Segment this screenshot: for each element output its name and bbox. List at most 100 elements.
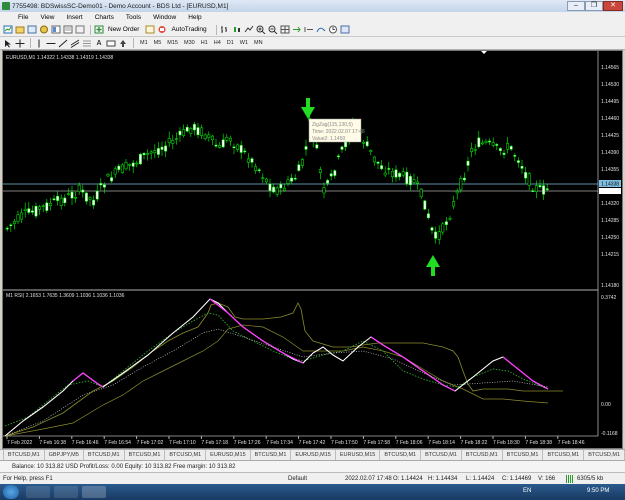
timeframe-h1[interactable]: H1 [198,40,211,46]
candle-body [153,150,157,153]
candle-body [542,185,546,195]
toolbar-separator [90,24,91,35]
terminal-icon[interactable] [63,25,73,35]
bar-chart-icon[interactable] [220,25,230,35]
chart-tab[interactable]: GBPJPY,M5 [45,450,84,460]
chart-tab[interactable]: BTCUSD,M1 [462,450,503,460]
chart-tab[interactable]: BTCUSD,M1 [380,450,422,460]
indicators-icon[interactable] [316,25,326,35]
timeframe-m15[interactable]: M15 [164,40,181,46]
new-chart-icon[interactable] [3,25,13,35]
candle-body [30,210,34,213]
autoscroll-icon[interactable] [292,25,302,35]
menu-file[interactable]: File [12,14,34,21]
fibonacci-icon[interactable] [82,38,92,48]
data-window-icon[interactable] [39,25,49,35]
text-icon[interactable]: A [94,38,104,48]
candle-body [221,139,225,148]
new-order-button[interactable]: New Order [108,26,139,33]
candle-body [279,184,283,189]
candle-body [315,144,319,149]
trendline-icon[interactable] [58,38,68,48]
menu-view[interactable]: View [34,14,60,21]
chart-canvas[interactable]: EURUSD,M1 1.14322 1.14338 1.14319 1.1433… [3,51,622,448]
chart-shift-marker [481,51,487,54]
label-icon[interactable] [106,38,116,48]
chart-tab[interactable]: EURUSD,M15 [291,450,336,460]
zoom-out-icon[interactable] [268,25,278,35]
menu-charts[interactable]: Charts [89,14,120,21]
chart-window[interactable]: EURUSD,M1 1.14322 1.14338 1.14319 1.1433… [2,50,623,449]
templates-icon[interactable] [340,25,350,35]
time-tick: 7 Feb 16:46 [72,440,99,446]
chart-tab[interactable]: BTCUSD,M1 [421,450,462,460]
chart-tab[interactable]: BTCUSD,M1 [503,450,544,460]
menu-help[interactable]: Help [182,14,207,21]
market-watch-icon[interactable] [27,25,37,35]
timeframe-h4[interactable]: H4 [211,40,224,46]
candle-body [149,151,153,154]
media-taskbar-icon[interactable] [54,486,78,498]
chart-tab[interactable]: BTCUSD,M1 [543,450,585,460]
candle-body [261,177,265,179]
menu-window[interactable]: Window [147,14,182,21]
chart-tab[interactable]: BTCUSD,M1 [251,450,292,460]
chart-tab[interactable]: BTCUSD,M1 [165,450,207,460]
candle-body [462,177,466,181]
autotrading-button[interactable]: AutoTrading [171,26,206,33]
chart-tab[interactable]: EURUSD,M15 [206,450,251,460]
metatrader-taskbar-icon[interactable] [82,486,106,498]
tester-icon[interactable] [75,25,85,35]
vertical-line-icon[interactable] [34,38,44,48]
candle-body [74,196,78,199]
candle-body [48,203,52,207]
horizontal-line-icon[interactable] [46,38,56,48]
new-order-icon[interactable] [94,25,104,35]
candle-body [293,177,297,180]
menu-insert[interactable]: Insert [60,14,88,21]
zoom-in-icon[interactable] [256,25,266,35]
maximize-button[interactable]: ❐ [585,1,603,11]
language-indicator[interactable]: EN [523,488,531,494]
profiles-icon[interactable] [15,25,25,35]
autotrading-icon[interactable] [157,25,167,35]
arrows-icon[interactable] [118,38,128,48]
taskbar-clock[interactable]: 9:50 PM [587,488,609,494]
candle-chart-icon[interactable] [232,25,242,35]
cursor-icon[interactable] [3,38,13,48]
candle-body [491,142,495,146]
candle-body [340,146,344,150]
timeframe-m5[interactable]: M5 [151,40,165,46]
navigator-icon[interactable] [51,25,61,35]
metaeditor-icon[interactable] [145,25,155,35]
candle-body [12,221,16,224]
crosshair-icon[interactable] [15,38,25,48]
line-chart-icon[interactable] [244,25,254,35]
explorer-taskbar-icon[interactable] [26,486,50,498]
channel-icon[interactable] [70,38,80,48]
candle-body [203,134,207,140]
chart-tab[interactable]: BTCUSD,M1 [125,450,166,460]
candle-body [437,231,441,240]
period-icon[interactable] [328,25,338,35]
timeframe-w1[interactable]: W1 [237,40,251,46]
candle-body [376,161,380,164]
close-button[interactable]: ✕ [603,1,623,11]
timeframe-mn[interactable]: MN [251,40,266,46]
chart-tab[interactable]: BTCUSD,M1 [4,450,45,460]
timeframe-m1[interactable]: M1 [137,40,151,46]
tile-windows-icon[interactable] [280,25,290,35]
menu-tools[interactable]: Tools [120,14,147,21]
candle-body [160,146,164,150]
chart-tab[interactable]: EURUSD,M15 [336,450,381,460]
timeframe-d1[interactable]: D1 [224,40,237,46]
minimize-button[interactable]: – [567,1,585,11]
rsi-tick: 0.00 [601,402,611,408]
timeframe-m30[interactable]: M30 [181,40,198,46]
candle-body [196,127,200,136]
start-button-icon[interactable] [3,485,19,499]
chart-tab[interactable]: BTCUSD,M1 [84,450,125,460]
chart-tab[interactable]: BTCUSD,M1 [584,450,625,460]
candle-body [300,159,304,166]
chart-shift-icon[interactable] [304,25,314,35]
